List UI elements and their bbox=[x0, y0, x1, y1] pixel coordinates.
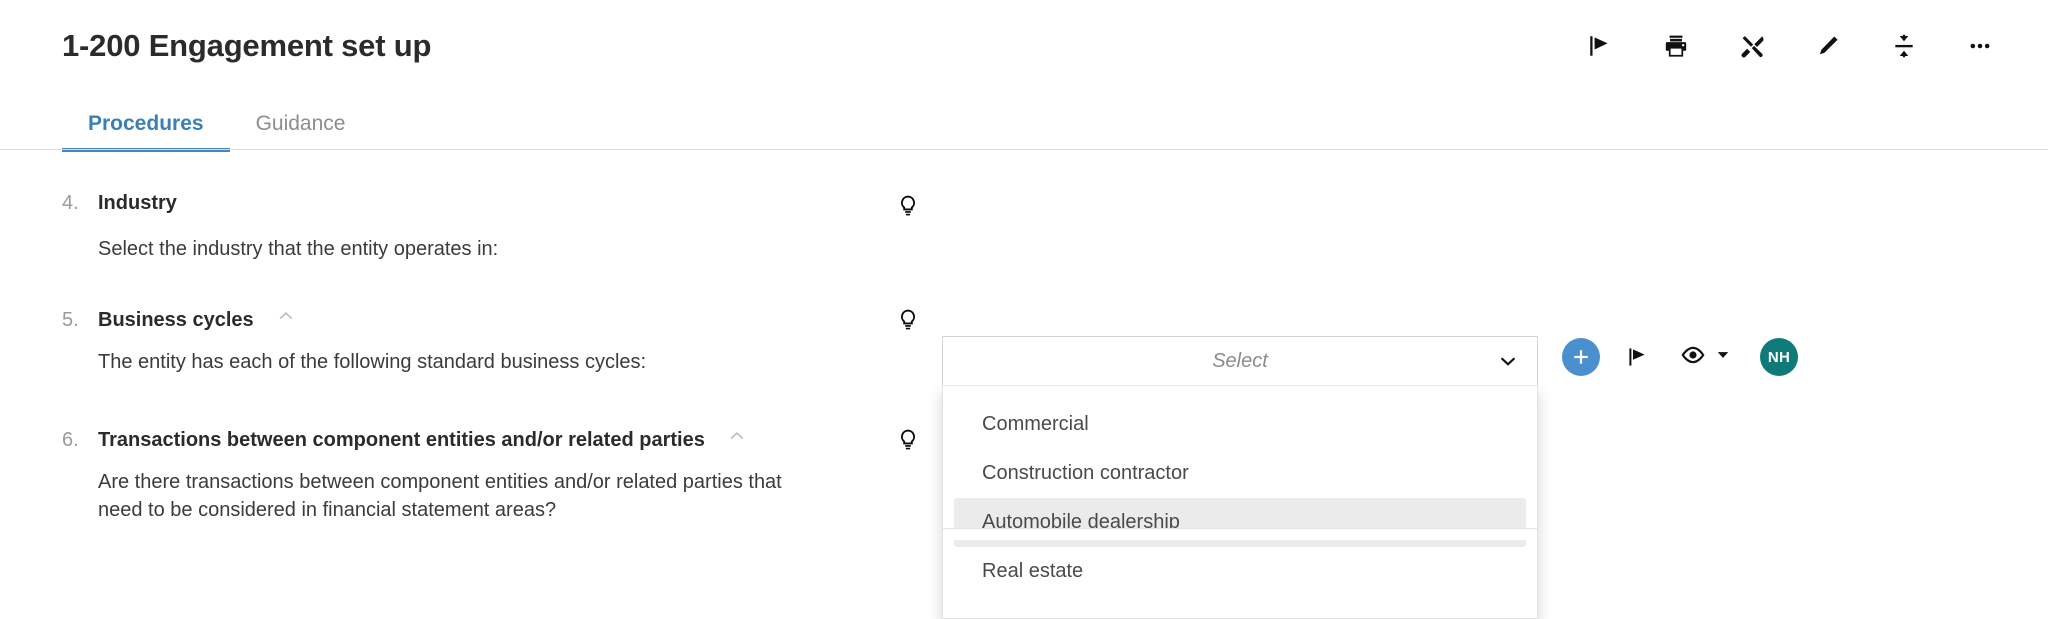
question-title-4: Industry bbox=[98, 192, 177, 214]
chevron-down-icon[interactable] bbox=[1716, 348, 1730, 367]
collapse-icon[interactable] bbox=[1884, 26, 1924, 66]
tab-guidance[interactable]: Guidance bbox=[230, 112, 372, 150]
tools-icon[interactable] bbox=[1732, 26, 1772, 66]
print-icon[interactable] bbox=[1656, 26, 1696, 66]
tab-bar: Procedures Guidance bbox=[0, 92, 2048, 152]
tab-guidance-label: Guidance bbox=[255, 112, 346, 135]
industry-dropdown-placeholder: Select bbox=[1212, 349, 1268, 372]
question-text-5: 5. Business cycles The entity has each o… bbox=[0, 306, 880, 376]
lightbulb-icon[interactable] bbox=[896, 194, 920, 223]
lightbulb-icon[interactable] bbox=[896, 308, 920, 337]
chevron-up-icon[interactable] bbox=[727, 426, 747, 451]
header-toolbar bbox=[1580, 26, 2012, 66]
question-title-5: Business cycles bbox=[98, 309, 254, 331]
flag-icon[interactable] bbox=[1626, 345, 1650, 369]
more-icon[interactable] bbox=[1960, 26, 2000, 66]
question-number-5: 5. bbox=[62, 309, 79, 331]
pencil-icon[interactable] bbox=[1808, 26, 1848, 66]
question-text-4: 4. Industry Select the industry that the… bbox=[0, 192, 880, 263]
avatar[interactable]: NH bbox=[1760, 338, 1798, 376]
question-text-6: 6. Transactions between component entiti… bbox=[0, 426, 880, 525]
chevron-down-icon[interactable] bbox=[1497, 350, 1519, 372]
eye-icon[interactable] bbox=[1680, 342, 1706, 373]
hint-cell-4 bbox=[880, 192, 936, 223]
question-body-6: Are there transactions between component… bbox=[98, 471, 782, 522]
industry-dropdown: Select Commercial Construction contracto… bbox=[942, 336, 1538, 619]
tab-procedures[interactable]: Procedures bbox=[62, 112, 230, 152]
industry-dropdown-control[interactable]: Select bbox=[942, 336, 1538, 386]
industry-dropdown-menu: Commercial Construction contractor Autom… bbox=[942, 386, 1538, 619]
question-number-6: 6. bbox=[62, 429, 79, 451]
question-title-6: Transactions between component entities … bbox=[98, 429, 705, 451]
visibility-control[interactable] bbox=[1680, 342, 1730, 373]
flag-icon[interactable] bbox=[1580, 26, 1620, 66]
question-body-4: Select the industry that the entity oper… bbox=[98, 238, 499, 260]
chevron-up-icon[interactable] bbox=[276, 306, 296, 331]
page-title: 1-200 Engagement set up bbox=[62, 28, 432, 63]
page-header: 1-200 Engagement set up bbox=[0, 0, 2048, 92]
row-action-group: NH bbox=[1562, 338, 1798, 376]
add-button[interactable] bbox=[1562, 338, 1600, 376]
tab-procedures-label: Procedures bbox=[88, 112, 204, 135]
dropdown-option-real-estate[interactable]: Real estate bbox=[954, 547, 1526, 596]
question-number-4: 4. bbox=[62, 192, 79, 214]
lightbulb-icon[interactable] bbox=[896, 428, 920, 457]
procedures-content: 4. Industry Select the industry that the… bbox=[0, 150, 2048, 619]
question-item-4: 4. Industry Select the industry that the… bbox=[0, 192, 2048, 263]
question-body-5: The entity has each of the following sta… bbox=[98, 351, 647, 373]
hint-cell-6 bbox=[880, 426, 936, 457]
dropdown-option-commercial[interactable]: Commercial bbox=[954, 400, 1526, 449]
hint-cell-5 bbox=[880, 306, 936, 337]
next-panel-peek bbox=[942, 528, 1538, 540]
dropdown-option-construction-contractor[interactable]: Construction contractor bbox=[954, 449, 1526, 498]
